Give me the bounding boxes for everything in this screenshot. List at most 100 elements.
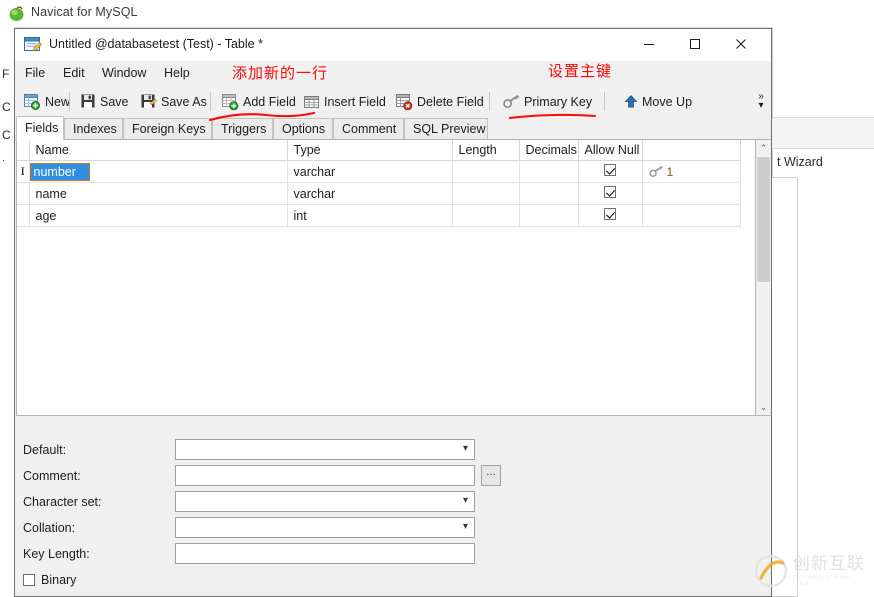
- minimize-button[interactable]: [626, 29, 672, 59]
- table-row[interactable]: I number varchar 1: [17, 160, 741, 183]
- table-row[interactable]: age int: [17, 204, 741, 227]
- cell-primary-key[interactable]: [642, 204, 741, 227]
- cell-name[interactable]: age: [29, 204, 288, 227]
- cell-length[interactable]: [452, 160, 520, 183]
- background-right-listbox: [772, 177, 798, 597]
- allow-null-checkbox[interactable]: [604, 164, 616, 176]
- column-header-key[interactable]: [642, 140, 741, 161]
- menu-item-window[interactable]: Window: [98, 65, 150, 82]
- save-button-label: Save: [100, 94, 129, 109]
- table-row[interactable]: name varchar: [17, 182, 741, 205]
- delete-field-button[interactable]: Delete Field: [392, 90, 488, 113]
- cell-name[interactable]: name: [29, 182, 288, 205]
- add-field-button-label: Add Field: [243, 94, 296, 109]
- cell-primary-key[interactable]: 1: [642, 160, 741, 183]
- tab-fields[interactable]: Fields: [16, 116, 64, 140]
- cell-primary-key[interactable]: [642, 182, 741, 205]
- navicat-logo-icon: [9, 6, 24, 21]
- grid-vertical-scrollbar[interactable]: ⌃ ⌄: [756, 139, 771, 416]
- menu-item-file[interactable]: File: [21, 65, 49, 82]
- cell-length[interactable]: [452, 182, 520, 205]
- comment-input[interactable]: [175, 465, 475, 486]
- save-as-button[interactable]: Save As: [137, 90, 211, 113]
- tabstrip: Fields Indexes Foreign Keys Triggers Opt…: [15, 116, 771, 140]
- primary-key-button-label: Primary Key: [524, 94, 593, 109]
- cell-type[interactable]: varchar: [287, 160, 453, 183]
- collation-combobox[interactable]: ▾: [175, 517, 475, 538]
- cell-allow-null[interactable]: [578, 182, 643, 205]
- cell-type[interactable]: int: [287, 204, 453, 227]
- cell-name[interactable]: number: [29, 160, 288, 183]
- window-titlebar[interactable]: Untitled @databasetest (Test) - Table *: [15, 29, 771, 61]
- chevron-down-icon: ▾: [462, 443, 468, 454]
- save-button[interactable]: Save: [77, 90, 133, 113]
- cell-type[interactable]: varchar: [287, 182, 453, 205]
- minimize-icon: [644, 44, 654, 45]
- fields-grid[interactable]: Name Type Length Decimals Allow Null I n…: [16, 139, 756, 416]
- annotation-underline-add-field: [208, 111, 316, 122]
- allow-null-checkbox[interactable]: [604, 208, 616, 220]
- cell-allow-null[interactable]: [578, 204, 643, 227]
- background-left-strip: F C C ·: [0, 27, 15, 597]
- tab-comment[interactable]: Comment: [333, 118, 404, 139]
- column-header-decimals[interactable]: Decimals: [519, 140, 579, 161]
- background-left-letter-1: F: [2, 67, 10, 81]
- cell-decimals[interactable]: [519, 160, 579, 183]
- primary-key-order: 1: [666, 164, 674, 179]
- key-length-input[interactable]: [175, 543, 475, 564]
- toolbar-overflow-caret: ▾: [758, 100, 764, 111]
- watermark: 创新互联 CHUANG XIN HU LIAN: [754, 551, 870, 591]
- cell-decimals[interactable]: [519, 204, 579, 227]
- insert-field-button-label: Insert Field: [324, 94, 386, 109]
- allow-null-checkbox[interactable]: [604, 186, 616, 198]
- cell-length[interactable]: [452, 204, 520, 227]
- watermark-cn: 创新互联: [792, 553, 865, 574]
- maximize-button[interactable]: [672, 29, 718, 59]
- binary-checkbox[interactable]: [23, 574, 35, 586]
- tab-foreign-keys[interactable]: Foreign Keys: [123, 118, 212, 139]
- delete-field-icon: [396, 93, 413, 110]
- row-handle-indicator: I: [17, 160, 30, 183]
- toolbar-separator-2: [210, 92, 211, 111]
- scroll-down-button[interactable]: ⌄: [756, 399, 771, 415]
- collation-label: Collation:: [23, 521, 76, 535]
- background-app-title: Navicat for MySQL: [31, 5, 138, 19]
- watermark-en: CHUANG XIN HU LIAN: [792, 574, 852, 587]
- tab-indexes[interactable]: Indexes: [64, 118, 123, 139]
- column-header-type[interactable]: Type: [287, 140, 453, 161]
- binary-checkbox-row[interactable]: Binary: [23, 573, 76, 587]
- tab-sql-preview[interactable]: SQL Preview: [404, 118, 488, 139]
- toolbar-separator-4: [604, 92, 605, 111]
- close-button[interactable]: [718, 29, 764, 59]
- cell-allow-null[interactable]: [578, 160, 643, 183]
- default-combobox[interactable]: ▾: [175, 439, 475, 460]
- toolbar: New Save Save As Add Field Insert Field …: [15, 87, 771, 117]
- column-header-length[interactable]: Length: [452, 140, 520, 161]
- column-header-allow-null[interactable]: Allow Null: [578, 140, 643, 161]
- comment-browse-button[interactable]: …: [481, 465, 501, 486]
- key-icon: [503, 94, 520, 109]
- binary-label: Binary: [41, 573, 77, 587]
- insert-field-icon: [304, 95, 319, 108]
- delete-field-button-label: Delete Field: [417, 94, 484, 109]
- move-up-button-label: Move Up: [642, 94, 693, 109]
- background-left-letter-4: ·: [2, 155, 5, 165]
- toolbar-separator-1: [69, 92, 70, 111]
- cell-decimals[interactable]: [519, 182, 579, 205]
- toolbar-overflow-button[interactable]: » ▾: [754, 88, 768, 114]
- character-set-combobox[interactable]: ▾: [175, 491, 475, 512]
- primary-key-button[interactable]: Primary Key: [499, 90, 596, 113]
- scrollbar-thumb[interactable]: [757, 157, 770, 282]
- scroll-up-button[interactable]: ⌃: [756, 140, 771, 156]
- name-edit-input[interactable]: number: [29, 162, 90, 181]
- background-right-panel: t Wizard: [772, 27, 874, 597]
- menu-item-help[interactable]: Help: [160, 65, 194, 82]
- field-properties-form: Default: ▾ Comment: … Character set: ▾ C…: [15, 427, 771, 596]
- column-header-name[interactable]: Name: [29, 140, 288, 161]
- maximize-icon: [690, 39, 700, 49]
- new-button[interactable]: New: [20, 90, 74, 113]
- menu-item-edit[interactable]: Edit: [59, 65, 89, 82]
- save-as-icon: [141, 94, 157, 108]
- move-up-button[interactable]: Move Up: [620, 90, 696, 113]
- fields-table: Name Type Length Decimals Allow Null I n…: [17, 140, 741, 227]
